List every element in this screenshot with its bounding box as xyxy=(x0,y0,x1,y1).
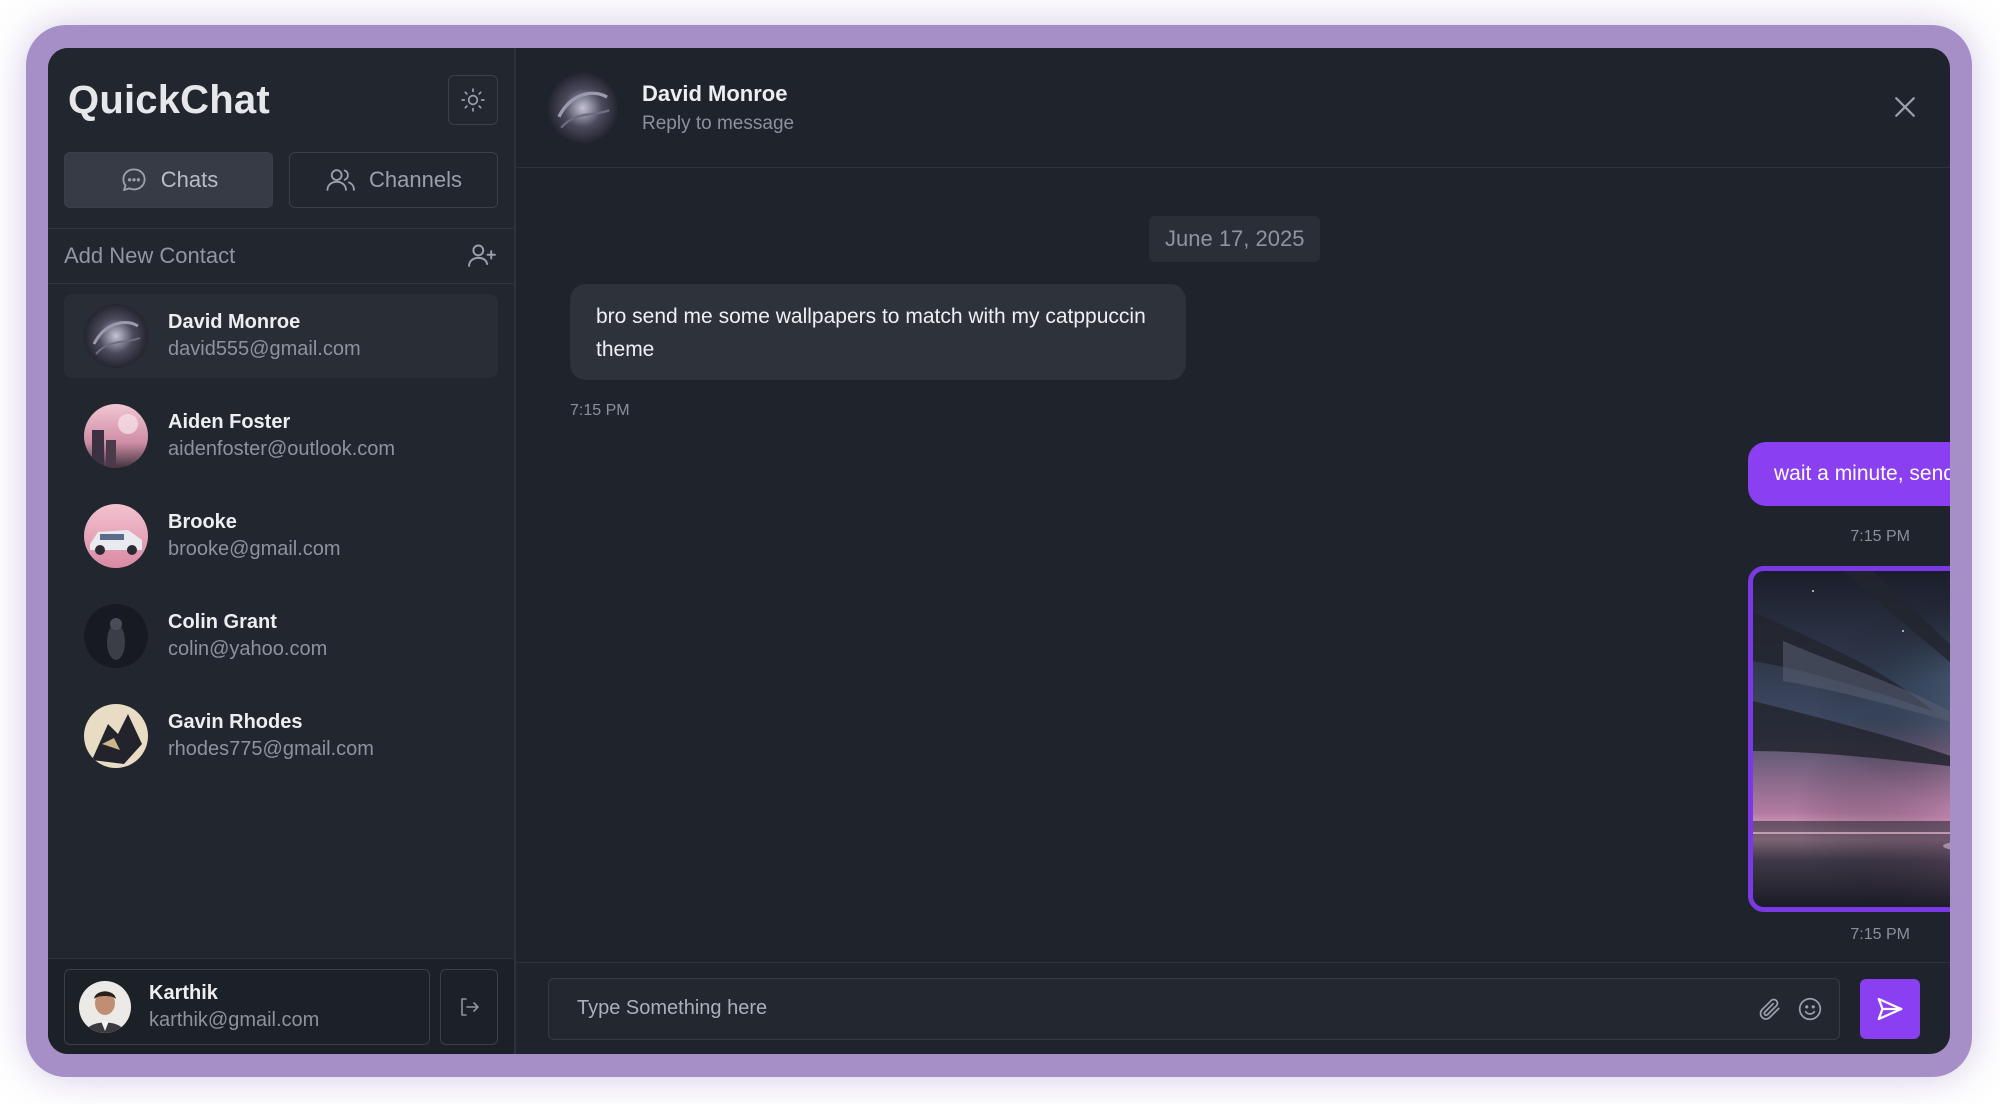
contact-name: Brooke xyxy=(168,511,237,533)
close-icon[interactable] xyxy=(1890,92,1920,122)
image-message[interactable] xyxy=(1748,566,1950,912)
send-button[interactable] xyxy=(1860,978,1920,1039)
chat-contact-name: David Monroe xyxy=(642,80,788,106)
add-user-icon[interactable] xyxy=(466,241,498,271)
tab-channels-label: Channels xyxy=(369,167,462,192)
current-user-email: karthik@gmail.com xyxy=(149,1008,320,1031)
message-input-box[interactable] xyxy=(548,977,1840,1040)
avatar xyxy=(84,604,148,668)
logout-button[interactable] xyxy=(440,968,498,1045)
tab-channels[interactable]: Channels xyxy=(289,152,498,208)
contact-list: David Monroe david555@gmail.com Aiden Fo… xyxy=(48,284,514,788)
chat-bubble-icon xyxy=(122,168,146,191)
current-user-card[interactable]: Karthik karthik@gmail.com xyxy=(64,968,431,1045)
avatar xyxy=(84,304,148,368)
chat-panel: David Monroe Reply to message June 17, 2… xyxy=(516,48,1950,1054)
contact-name: Aiden Foster xyxy=(168,411,291,433)
avatar xyxy=(84,404,148,468)
message-list: June 17, 2025 bro send me some wallpaper… xyxy=(516,168,1950,962)
app-window: QuickChat Chats Channels Add New Contact… xyxy=(48,48,1950,1054)
sidebar-tabs: Chats Channels xyxy=(48,152,514,208)
avatar xyxy=(84,504,148,568)
tab-chats-label: Chats xyxy=(160,167,219,192)
chat-contact-status: Reply to message xyxy=(642,112,795,134)
date-separator: June 17, 2025 xyxy=(1149,216,1321,262)
add-contact-label: Add New Contact xyxy=(64,243,236,268)
contact-email: brooke@gmail.com xyxy=(168,538,341,560)
contact-item[interactable]: Brooke brooke@gmail.com xyxy=(64,494,498,578)
paperclip-icon[interactable] xyxy=(1757,996,1783,1022)
contact-email: colin@yahoo.com xyxy=(168,638,328,660)
add-contact-row[interactable]: Add New Contact xyxy=(48,228,514,284)
message-input[interactable] xyxy=(577,997,1743,1020)
chat-avatar xyxy=(548,72,618,143)
users-icon xyxy=(326,169,355,191)
contact-item[interactable]: Colin Grant colin@yahoo.com xyxy=(64,594,498,678)
contact-item[interactable]: Aiden Foster aidenfoster@outlook.com xyxy=(64,394,498,478)
contact-name: Colin Grant xyxy=(168,611,277,633)
contact-email: david555@gmail.com xyxy=(168,338,361,360)
message-time: 7:15 PM xyxy=(1850,926,1910,943)
chat-header: David Monroe Reply to message xyxy=(516,48,1950,168)
incoming-message: bro send me some wallpapers to match wit… xyxy=(570,284,1186,380)
user-avatar xyxy=(79,980,131,1033)
message-time: 7:15 PM xyxy=(570,402,630,419)
contact-name: David Monroe xyxy=(168,311,301,333)
sidebar: QuickChat Chats Channels Add New Contact… xyxy=(48,48,516,1054)
emoji-icon[interactable] xyxy=(1797,996,1823,1022)
contact-email: rhodes775@gmail.com xyxy=(168,738,374,760)
contact-item[interactable]: David Monroe david555@gmail.com xyxy=(64,294,498,378)
sun-icon xyxy=(461,88,485,112)
message-composer xyxy=(516,962,1950,1054)
current-user-name: Karthik xyxy=(149,981,218,1004)
contact-item[interactable]: Gavin Rhodes rhodes775@gmail.com xyxy=(64,694,498,778)
theme-toggle-button[interactable] xyxy=(448,75,498,125)
outgoing-message: wait a minute, sending a few I've been u… xyxy=(1748,442,1950,506)
tab-chats[interactable]: Chats xyxy=(64,152,273,208)
contact-name: Gavin Rhodes xyxy=(168,711,303,733)
avatar xyxy=(84,704,148,768)
app-title: QuickChat xyxy=(68,77,270,122)
sidebar-header: QuickChat xyxy=(48,48,514,152)
current-user-bar: Karthik karthik@gmail.com xyxy=(48,958,514,1054)
contact-email: aidenfoster@outlook.com xyxy=(168,438,396,460)
send-icon xyxy=(1877,997,1903,1020)
logout-icon xyxy=(461,997,479,1016)
message-time: 7:15 PM xyxy=(1850,528,1910,545)
